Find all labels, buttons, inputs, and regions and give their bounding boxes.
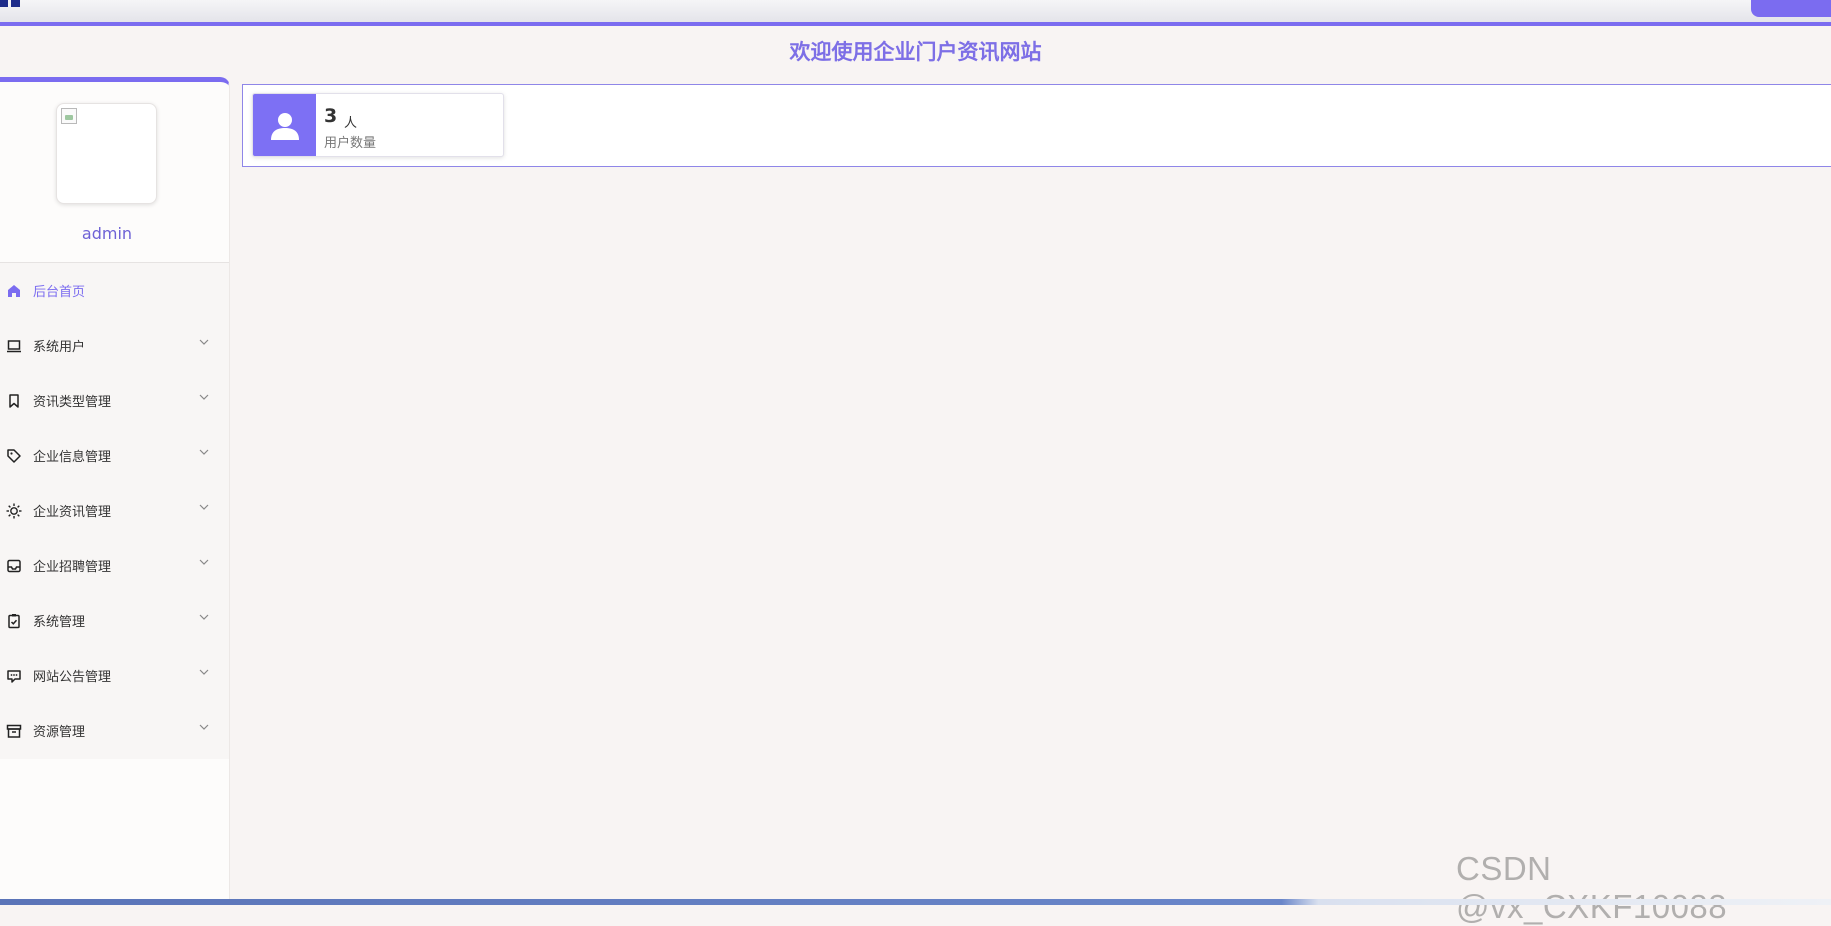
laptop-icon	[5, 337, 23, 355]
username: admin	[81, 224, 133, 243]
sidebar-item-system-users[interactable]: 系统用户	[0, 318, 229, 373]
sun-icon	[5, 502, 23, 520]
chevron-down-icon	[199, 559, 209, 565]
user-menu-button[interactable]	[1751, 0, 1831, 17]
dashboard-panel: 3 人 用户数量	[242, 84, 1831, 167]
sidebar-item-system-management[interactable]: 系统管理	[0, 593, 229, 648]
chevron-down-icon	[199, 669, 209, 675]
sidebar-item-label: 资讯类型管理	[33, 395, 112, 410]
home-icon	[5, 282, 23, 300]
archive-icon	[5, 722, 23, 740]
chevron-down-icon	[199, 339, 209, 345]
sidebar-item-label: 资源管理	[33, 725, 86, 740]
sidebar-item-company-news[interactable]: 企业资讯管理	[0, 483, 229, 538]
user-count-value: 3	[324, 105, 338, 127]
sidebar: admin 后台首页 系统用户 资讯类型管理 企业信息管理 企业资讯管理 企业招…	[0, 77, 230, 899]
user-icon	[253, 94, 316, 156]
sidebar-item-label: 系统管理	[33, 615, 86, 630]
bookmark-icon	[5, 392, 23, 410]
sidebar-item-announcements[interactable]: 网站公告管理	[0, 648, 229, 703]
sidebar-item-label: 网站公告管理	[33, 670, 112, 685]
user-count-label: 用户数量	[324, 136, 377, 151]
watermark: CSDN @vx_CXKF10088	[1456, 850, 1728, 925]
inbox-icon	[5, 557, 23, 575]
user-count-unit: 人	[344, 116, 358, 131]
chevron-down-icon	[199, 449, 209, 455]
clipboard-check-icon	[5, 612, 23, 630]
sidebar-item-label: 企业资讯管理	[33, 505, 112, 520]
sidebar-item-recruitment[interactable]: 企业招聘管理	[0, 538, 229, 593]
sidebar-item-label: 企业招聘管理	[33, 560, 112, 575]
broken-image-icon	[61, 108, 77, 124]
sidebar-item-label: 系统用户	[33, 340, 86, 355]
avatar[interactable]	[56, 103, 157, 204]
tag-icon	[5, 447, 23, 465]
sidebar-item-label: 企业信息管理	[33, 450, 112, 465]
sidebar-item-home[interactable]: 后台首页	[0, 263, 229, 318]
chevron-down-icon	[199, 614, 209, 620]
chat-icon	[5, 667, 23, 685]
page-title: 欢迎使用企业门户资讯网站	[789, 40, 1042, 64]
top-bar	[0, 0, 1831, 26]
user-count-card[interactable]: 3 人 用户数量	[252, 93, 504, 157]
chevron-down-icon	[199, 504, 209, 510]
sidebar-menu: 后台首页 系统用户 资讯类型管理 企业信息管理 企业资讯管理 企业招聘管理 系统…	[0, 263, 229, 759]
chevron-down-icon	[199, 394, 209, 400]
sidebar-item-label: 后台首页	[33, 285, 86, 300]
chevron-down-icon	[199, 724, 209, 730]
sidebar-item-resources[interactable]: 资源管理	[0, 703, 229, 758]
sidebar-item-news-type[interactable]: 资讯类型管理	[0, 373, 229, 428]
sidebar-item-company-info[interactable]: 企业信息管理	[0, 428, 229, 483]
bottom-bar	[0, 899, 1831, 905]
logo-icon	[0, 0, 20, 7]
